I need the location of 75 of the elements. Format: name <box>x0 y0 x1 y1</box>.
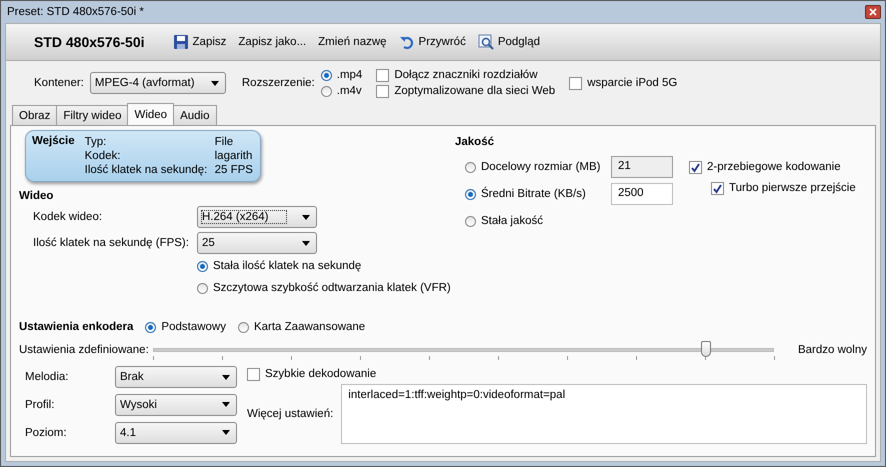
radio-label[interactable]: .m4v <box>336 85 362 97</box>
slider-label: Ustawienia zdefiniowane: <box>19 344 149 356</box>
field-label: Kodek wideo: <box>33 211 104 223</box>
dropdown[interactable]: MPEG-4 (avformat) <box>90 72 226 94</box>
checkbox-label[interactable]: Szybkie dekodowanie <box>265 368 376 380</box>
radio-button[interactable] <box>145 322 156 332</box>
radio-button[interactable] <box>197 260 208 272</box>
checkbox-label[interactable]: 2-przebiegowe kodowanie <box>707 161 841 173</box>
dropdown[interactable]: 4.1 <box>115 422 237 444</box>
section-heading: Jakość <box>455 136 496 148</box>
checkbox[interactable] <box>247 368 260 380</box>
radio-label[interactable]: Stała ilość klatek na sekundę <box>213 260 362 272</box>
toolbar-button[interactable]: Podgląd <box>474 32 544 52</box>
field-label: Melodia: <box>25 371 70 384</box>
radio-label[interactable]: Szczytowa szybkość odtwarzania klatek (VFR) <box>213 282 451 294</box>
preset-slider[interactable] <box>152 340 774 360</box>
tab[interactable]: Audio <box>173 105 217 125</box>
dropdown[interactable]: 25 <box>197 232 317 254</box>
close-button[interactable] <box>865 5 881 19</box>
check-icon <box>712 182 723 194</box>
radio-button[interactable] <box>197 282 208 294</box>
info-label: Ilość klatek na sekundę: <box>84 163 208 177</box>
checkbox-label[interactable]: Turbo pierwsze przejście <box>729 182 856 194</box>
field-label: Ilość klatek na sekundę (FPS): <box>33 237 190 249</box>
checkbox[interactable] <box>569 76 582 90</box>
field-label: Profil: <box>25 398 56 411</box>
radio-button[interactable] <box>238 322 249 332</box>
undo-arrow-icon <box>398 34 415 50</box>
info-value: File <box>214 135 234 149</box>
dropdown[interactable]: Wysoki <box>115 394 237 416</box>
section-heading: Wideo <box>19 190 54 202</box>
tab[interactable]: Obraz <box>12 105 58 125</box>
field-label: Więcej ustawień: <box>247 408 334 420</box>
radio-button[interactable] <box>465 216 476 226</box>
slider-thumb[interactable] <box>700 341 711 357</box>
dropdown[interactable]: Brak <box>115 366 237 388</box>
radio-label[interactable]: .mp4 <box>336 69 362 81</box>
slider-end-label: Bardzo wolny <box>798 344 867 356</box>
radio-label[interactable]: Średni Bitrate (KB/s) <box>481 188 586 200</box>
radio-label[interactable]: Karta Zaawansowane <box>254 321 366 333</box>
toolbar-button[interactable]: Zapisz jako... <box>234 34 310 50</box>
checkbox[interactable] <box>689 160 702 174</box>
section-heading: Ustawienia enkodera <box>19 321 134 333</box>
text-area[interactable]: interlaced=1:tff:weightp=0:videoformat=pal <box>341 384 867 444</box>
toolbar-button[interactable]: Zmień nazwę <box>314 34 391 50</box>
radio-button[interactable] <box>320 70 332 80</box>
toolbar-button[interactable]: Zapisz <box>168 32 230 52</box>
checkbox[interactable] <box>711 182 724 194</box>
tab[interactable]: Filtry wideo <box>56 105 128 125</box>
checkbox-label[interactable]: Dołącz znaczniki rozdziałów <box>394 69 538 81</box>
text-field[interactable]: 2500 <box>611 183 673 205</box>
info-label: Kodek: <box>84 149 122 163</box>
radio-label[interactable]: Stała jakość <box>481 215 544 227</box>
check-icon <box>690 162 701 172</box>
info-label: Typ: <box>84 135 108 149</box>
info-value: 25 FPS <box>214 163 253 177</box>
radio-button[interactable] <box>320 86 332 96</box>
tab[interactable]: Wideo <box>127 103 174 125</box>
checkbox-label[interactable]: Zoptymalizowane dla sieci Web <box>394 85 556 97</box>
preset-name: STD 480x576-50i <box>34 34 145 50</box>
field-label: Poziom: <box>25 426 68 439</box>
close-icon <box>869 8 877 16</box>
info-value: lagarith <box>214 149 253 163</box>
toolbar-button[interactable]: Przywróć <box>394 32 470 52</box>
checkbox-label[interactable]: wsparcie iPod 5G <box>587 77 678 89</box>
dropdown[interactable]: H.264 (x264) <box>197 206 317 228</box>
checkbox[interactable] <box>376 84 390 98</box>
radio-button[interactable] <box>465 188 476 200</box>
field-label: Kontener: <box>34 77 84 89</box>
checkbox[interactable] <box>376 68 390 82</box>
radio-label[interactable]: Podstawowy <box>161 321 226 333</box>
field-label: Rozszerzenie: <box>242 77 315 89</box>
info-title: Wejście <box>32 135 75 149</box>
magnifier-icon <box>478 34 494 50</box>
window-title: Preset: STD 480x576-50i * <box>7 6 144 18</box>
